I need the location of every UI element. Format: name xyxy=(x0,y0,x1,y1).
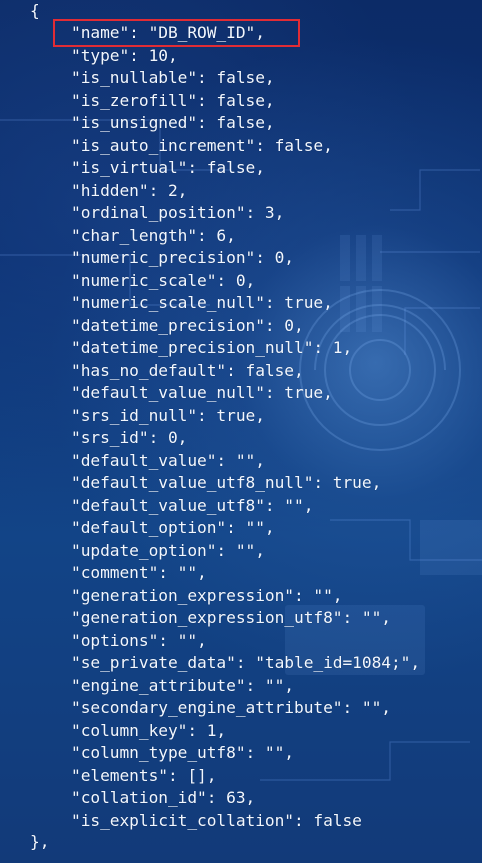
json-line-datetime-precision: "datetime_precision": 0, xyxy=(71,315,304,335)
json-line-name: "name": "DB_ROW_ID", xyxy=(71,23,265,42)
json-line-is-zerofill: "is_zerofill": false, xyxy=(71,90,275,110)
json-line-is-auto-increment: "is_auto_increment": false, xyxy=(71,135,333,155)
json-line-generation-expression: "generation_expression": "", xyxy=(71,585,343,605)
json-line-char-length: "char_length": 6, xyxy=(71,225,236,245)
json-line-options: "options": "", xyxy=(71,630,207,650)
json-line-column-type-utf8: "column_type_utf8": "", xyxy=(71,743,295,762)
json-line-column-key: "column_key": 1, xyxy=(71,720,227,740)
json-line-numeric-scale-null: "numeric_scale_null": true, xyxy=(71,293,333,312)
json-line-ordinal-position: "ordinal_position": 3, xyxy=(71,203,285,222)
json-line-collation-id: "collation_id": 63, xyxy=(71,788,256,807)
json-line-default-value: "default_value": "", xyxy=(71,450,265,470)
json-line-srs-id: "srs_id": 0, xyxy=(71,428,188,447)
json-line-srs-id-null: "srs_id_null": true, xyxy=(71,405,265,425)
json-line-default-option: "default_option": "", xyxy=(71,518,275,537)
json-line-is-virtual: "is_virtual": false, xyxy=(71,158,265,177)
json-viewer: { "name": "DB_ROW_ID", "type": 10, "is_n… xyxy=(0,0,482,863)
json-line-default-value-null: "default_value_null": true, xyxy=(71,383,333,402)
json-line-is-unsigned: "is_unsigned": false, xyxy=(71,113,275,132)
json-line-default-value-utf8-null: "default_value_utf8_null": true, xyxy=(71,473,382,492)
json-line-update-option: "update_option": "", xyxy=(71,540,265,560)
json-line-default-value-utf8: "default_value_utf8": "", xyxy=(71,495,314,515)
json-line-has-no-default: "has_no_default": false, xyxy=(71,360,304,380)
json-line-comment: "comment": "", xyxy=(71,563,207,582)
json-line-secondary-engine-attribute: "secondary_engine_attribute": "", xyxy=(71,698,391,717)
json-line-numeric-scale: "numeric_scale": 0, xyxy=(71,270,256,290)
json-line-is-nullable: "is_nullable": false, xyxy=(71,68,275,87)
json-open-brace: { xyxy=(30,1,40,20)
json-close-brace: }, xyxy=(30,832,50,851)
json-line-datetime-precision-null: "datetime_precision_null": 1, xyxy=(71,338,353,357)
json-line-numeric-precision: "numeric_precision": 0, xyxy=(71,248,295,267)
json-line-type: "type": 10, xyxy=(71,45,178,65)
json-line-engine-attribute: "engine_attribute": "", xyxy=(71,675,295,695)
json-line-elements: "elements": [], xyxy=(71,765,217,785)
json-line-is-explicit-collation: "is_explicit_collation": false xyxy=(71,810,362,830)
json-line-generation-expression-utf8: "generation_expression_utf8": "", xyxy=(71,608,391,627)
json-line-se-private-data: "se_private_data": "table_id=1084;", xyxy=(71,653,421,672)
json-line-hidden: "hidden": 2, xyxy=(71,180,188,200)
